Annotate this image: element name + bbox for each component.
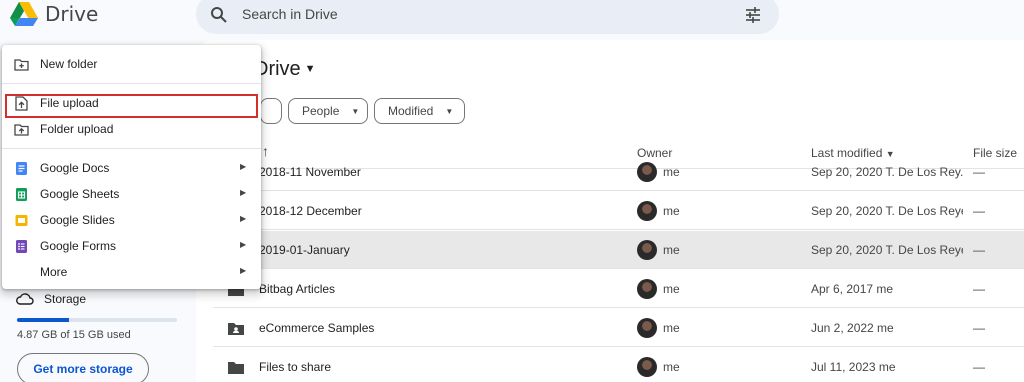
file-size: — (973, 282, 985, 296)
storage-usage-text: 4.87 GB of 15 GB used (17, 329, 131, 341)
caret-down-icon: ▼ (351, 106, 360, 116)
storage-usage-fill (17, 318, 69, 322)
search-options-icon[interactable] (744, 6, 762, 24)
menu-item-label: More (40, 265, 68, 279)
shared-folder-icon (228, 323, 244, 335)
storage-usage-bar (17, 318, 177, 322)
filter-chip-people[interactable]: People ▼ (288, 98, 368, 124)
file-modified: Sep 20, 2020 T. De Los Rey... (811, 165, 963, 179)
google-forms-icon (16, 240, 27, 253)
menu-item-label: Google Forms (40, 239, 117, 253)
menu-item-google-forms[interactable]: Google Forms ▶ (2, 233, 261, 259)
file-name: Bitbag Articles (259, 282, 336, 296)
menu-item-google-sheets[interactable]: Google Sheets ▶ (2, 181, 261, 207)
menu-divider (2, 83, 261, 84)
menu-item-label: Google Docs (40, 161, 110, 175)
new-item-menu: New folder File upload Folder upload Goo… (2, 45, 261, 289)
avatar (637, 318, 657, 338)
filter-chip-people-label: People (302, 104, 340, 118)
table-row[interactable]: 2018-11 November me Sep 20, 2020 T. De L… (213, 153, 1024, 191)
menu-item-label: Google Sheets (40, 187, 120, 201)
avatar (637, 201, 657, 221)
menu-item-google-docs[interactable]: Google Docs ▶ (2, 155, 261, 181)
file-name: Files to share (259, 360, 332, 374)
drive-logo-icon (10, 2, 38, 26)
file-owner: me (663, 243, 680, 257)
filter-chip-type[interactable] (260, 98, 282, 124)
menu-item-folder-upload[interactable]: Folder upload (2, 116, 261, 142)
menu-item-label: Google Slides (40, 213, 115, 227)
file-modified: Apr 6, 2017 me (811, 282, 894, 296)
storage-label[interactable]: Storage (44, 292, 86, 306)
file-owner: me (663, 282, 680, 296)
file-size: — (973, 321, 985, 335)
avatar (637, 162, 657, 182)
search-input[interactable]: Search in Drive (242, 6, 338, 22)
search-bar[interactable]: Search in Drive (196, 0, 779, 34)
submenu-arrow-icon: ▶ (240, 188, 247, 197)
folder-icon (228, 362, 244, 374)
avatar (637, 240, 657, 260)
filter-chip-modified[interactable]: Modified ▼ (374, 98, 465, 124)
caret-down-icon: ▼ (445, 106, 454, 116)
folder-upload-icon (14, 124, 29, 136)
table-row[interactable]: Bitbag Articles me Apr 6, 2017 me — (213, 270, 1024, 308)
avatar (637, 279, 657, 299)
google-docs-icon (16, 162, 27, 175)
new-folder-icon (14, 59, 29, 71)
file-size: — (973, 243, 985, 257)
file-owner: me (663, 204, 680, 218)
table-row[interactable]: Files to share me Jul 11, 2023 me — (213, 348, 1024, 382)
submenu-arrow-icon: ▶ (240, 214, 247, 223)
table-row[interactable]: 2018-12 December me Sep 20, 2020 T. De L… (213, 192, 1024, 230)
menu-item-new-folder[interactable]: New folder (2, 51, 261, 77)
file-modified: Jul 11, 2023 me (811, 360, 896, 374)
file-name: 2018-12 December (259, 204, 362, 218)
highlight-box (5, 94, 258, 118)
filter-chip-modified-label: Modified (388, 104, 434, 118)
page-title[interactable]: Drive ▼ (254, 58, 316, 81)
file-owner: me (663, 360, 680, 374)
file-modified: Sep 20, 2020 T. De Los Reyes (811, 243, 963, 257)
google-slides-icon (15, 215, 28, 226)
menu-item-label: New folder (40, 57, 98, 71)
file-size: — (973, 360, 985, 374)
file-modified: Jun 2, 2022 me (811, 321, 894, 335)
page-title-text: Drive (254, 58, 301, 80)
submenu-arrow-icon: ▶ (240, 240, 247, 249)
file-name: 2018-11 November (259, 165, 361, 179)
menu-item-more[interactable]: More ▶ (2, 259, 261, 285)
file-name: 2019-01-January (259, 243, 350, 257)
caret-down-icon: ▼ (304, 63, 316, 75)
file-name: eCommerce Samples (259, 321, 375, 335)
table-row[interactable]: eCommerce Samples me Jun 2, 2022 me — (213, 309, 1024, 347)
menu-item-label: Folder upload (40, 122, 114, 136)
file-owner: me (663, 165, 680, 179)
file-size: — (973, 204, 985, 218)
file-size: — (973, 165, 985, 179)
menu-item-google-slides[interactable]: Google Slides ▶ (2, 207, 261, 233)
cloud-icon (16, 293, 34, 305)
app-name: Drive (45, 2, 99, 26)
drive-logo[interactable]: Drive (10, 0, 98, 28)
file-owner: me (663, 321, 680, 335)
search-icon[interactable] (210, 6, 228, 24)
avatar (637, 357, 657, 377)
google-sheets-icon (16, 188, 27, 201)
file-modified: Sep 20, 2020 T. De Los Reyes (811, 204, 963, 218)
table-row[interactable]: 2019-01-January me Sep 20, 2020 T. De Lo… (213, 231, 1024, 269)
submenu-arrow-icon: ▶ (240, 162, 247, 171)
get-more-storage-button[interactable]: Get more storage (17, 353, 149, 382)
menu-divider (2, 148, 261, 149)
submenu-arrow-icon: ▶ (240, 266, 247, 275)
